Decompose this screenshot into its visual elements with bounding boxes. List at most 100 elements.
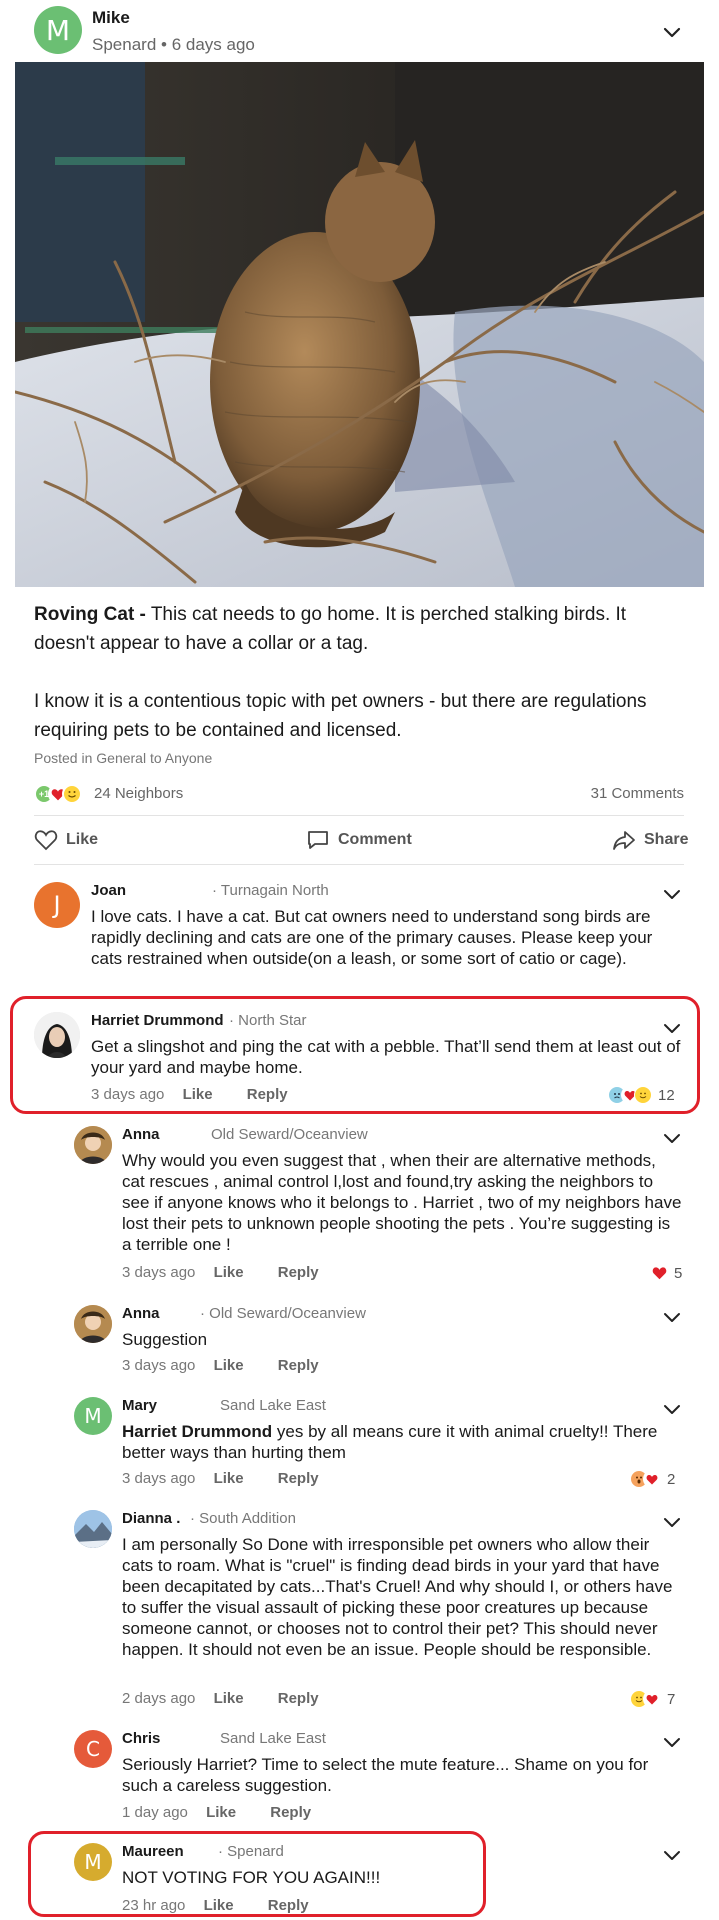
post-header: M Mike Spenard • 6 days ago [34, 6, 694, 56]
heart-icon [643, 1690, 661, 1708]
comment-time: 3 days ago [91, 1086, 165, 1103]
commenter-neighborhood[interactable]: · Spenard [218, 1843, 284, 1860]
comment-like-button[interactable]: Like [214, 1470, 244, 1487]
author-avatar[interactable]: M [34, 6, 82, 54]
commenter-name[interactable]: Joan [91, 882, 126, 899]
posted-in[interactable]: Posted in General to Anyone [34, 750, 212, 766]
commenter-avatar[interactable] [34, 1012, 80, 1058]
post-paragraph-2: I know it is a contentious topic with pe… [34, 691, 647, 741]
comment-footer: 3 days ago Like Reply [122, 1264, 319, 1281]
comment-like-button[interactable]: Like [214, 1690, 244, 1707]
share-button[interactable]: Share [612, 825, 688, 855]
comment-reactions[interactable]: 12 [608, 1084, 675, 1106]
comment-time: 3 days ago [122, 1357, 196, 1374]
comment-reactions[interactable]: 5 [650, 1262, 682, 1284]
comment-footer: 3 days ago Like Reply [122, 1470, 319, 1487]
comments-count[interactable]: 31 Comments [591, 785, 684, 802]
post-options-chevron-icon[interactable] [662, 26, 682, 40]
commenter-name[interactable]: Dianna . [122, 1510, 180, 1527]
like-button[interactable]: Like [34, 825, 98, 855]
commenter-avatar[interactable]: M [74, 1397, 112, 1435]
comment-options-chevron-icon[interactable] [662, 1022, 682, 1036]
comment-button[interactable]: Comment [306, 825, 412, 855]
commenter-neighborhood[interactable]: · Turnagain North [212, 882, 329, 899]
commenter-avatar[interactable]: M [74, 1843, 112, 1881]
commenter-avatar[interactable] [74, 1305, 112, 1343]
comment-like-button[interactable]: Like [204, 1897, 234, 1914]
comment-reply-button[interactable]: Reply [278, 1264, 319, 1281]
comment-like-button[interactable]: Like [214, 1264, 244, 1281]
comment-options-chevron-icon[interactable] [662, 1132, 682, 1146]
commenter-name[interactable]: Harriet Drummond [91, 1012, 224, 1029]
comment-footer: 3 days ago Like Reply [91, 1086, 288, 1103]
commenter-neighborhood[interactable]: Old Seward/Oceanview [211, 1126, 368, 1143]
comment-reply-button[interactable]: Reply [247, 1086, 288, 1103]
commenter-avatar[interactable] [74, 1126, 112, 1164]
like-label: Like [66, 831, 99, 848]
comment-footer: 23 hr ago Like Reply [122, 1897, 309, 1914]
post-paragraph-1: Roving Cat - This cat needs to go home. … [34, 600, 684, 658]
comment-options-chevron-icon[interactable] [662, 1516, 682, 1530]
reaction-icons[interactable]: +1 [34, 783, 90, 805]
comment-reactions[interactable]: 7 [630, 1688, 675, 1710]
post-time: 6 days ago [171, 35, 255, 54]
comment-reply-button[interactable]: Reply [278, 1690, 319, 1707]
comment-options-chevron-icon[interactable] [662, 1311, 682, 1325]
reply: Dianna . · South Addition I am personall… [74, 1510, 684, 1708]
commenter-avatar[interactable]: C [74, 1730, 112, 1768]
comment-text: Seriously Harriet? Time to select the mu… [122, 1755, 649, 1795]
commenter-first-name: Dianna [122, 1510, 173, 1527]
reactions-row: +1 24 Neighbors 31 Comments [34, 783, 684, 807]
comment-footer: 1 day ago Like Reply [122, 1804, 311, 1821]
comment-reply-button[interactable]: Reply [268, 1897, 309, 1914]
post-photo[interactable] [15, 62, 704, 587]
mention[interactable]: Harriet Drummond [122, 1422, 272, 1441]
comment-time: 3 days ago [122, 1470, 196, 1487]
commenter-name[interactable]: Mary [122, 1397, 157, 1414]
comment-like-button[interactable]: Like [206, 1804, 236, 1821]
comment-options-chevron-icon[interactable] [662, 1403, 682, 1417]
comment-reactions[interactable]: 2 [630, 1468, 675, 1490]
comment-icon [308, 831, 328, 849]
comment-reply-button[interactable]: Reply [270, 1804, 311, 1821]
divider [34, 864, 684, 865]
commenter-neighborhood[interactable]: · South Addition [190, 1510, 296, 1527]
comment-reply-button[interactable]: Reply [278, 1357, 319, 1374]
comment-time: 23 hr ago [122, 1897, 186, 1914]
comment-footer: 3 days ago Like Reply [122, 1357, 319, 1374]
comment-text: I love cats. I have a cat. But cat owner… [91, 907, 653, 968]
comment-options-chevron-icon[interactable] [662, 1849, 682, 1863]
commenter-neighborhood[interactable]: Sand Lake East [220, 1397, 326, 1414]
comment-reply-button[interactable]: Reply [278, 1470, 319, 1487]
commenter-neighborhood[interactable]: Sand Lake East [220, 1730, 326, 1747]
commenter-avatar[interactable]: J [34, 882, 80, 928]
reply: M Maureen · Spenard NOT VOTING FOR YOU A… [74, 1843, 684, 1915]
post-author-name[interactable]: Mike [92, 8, 130, 28]
commenter-avatar[interactable] [74, 1510, 112, 1548]
commenter-name[interactable]: Chris [122, 1730, 160, 1747]
divider [34, 815, 684, 816]
post-neighborhood[interactable]: Spenard [92, 35, 156, 54]
comment-label: Comment [338, 831, 412, 848]
comment-options-chevron-icon[interactable] [662, 888, 682, 902]
reaction-count: 5 [674, 1264, 683, 1282]
comment-time: 3 days ago [122, 1264, 196, 1281]
comment-text: NOT VOTING FOR YOU AGAIN!!! [122, 1868, 381, 1887]
comment-options-chevron-icon[interactable] [662, 1736, 682, 1750]
reaction-count: 12 [658, 1086, 675, 1104]
heart-outline-icon [34, 830, 58, 851]
commenter-neighborhood[interactable]: · Old Seward/Oceanview [200, 1305, 366, 1322]
comment-like-button[interactable]: Like [183, 1086, 213, 1103]
comment-time: 2 days ago [122, 1690, 196, 1707]
share-icon [613, 831, 635, 850]
comment-footer: 2 days ago Like Reply [122, 1690, 319, 1707]
neighbors-count[interactable]: 24 Neighbors [94, 785, 183, 802]
commenter-name[interactable]: Anna [122, 1305, 160, 1322]
comment-text: I am personally So Done with irresponsib… [122, 1535, 673, 1659]
comment-like-button[interactable]: Like [214, 1357, 244, 1374]
commenter-name[interactable]: Anna [122, 1126, 160, 1143]
commenter-name[interactable]: Maureen [122, 1843, 184, 1860]
comment-text: Why would you even suggest that , when t… [122, 1151, 682, 1254]
post-actions: Like Comment Share [34, 825, 688, 855]
commenter-neighborhood[interactable]: · North Star [229, 1012, 307, 1029]
